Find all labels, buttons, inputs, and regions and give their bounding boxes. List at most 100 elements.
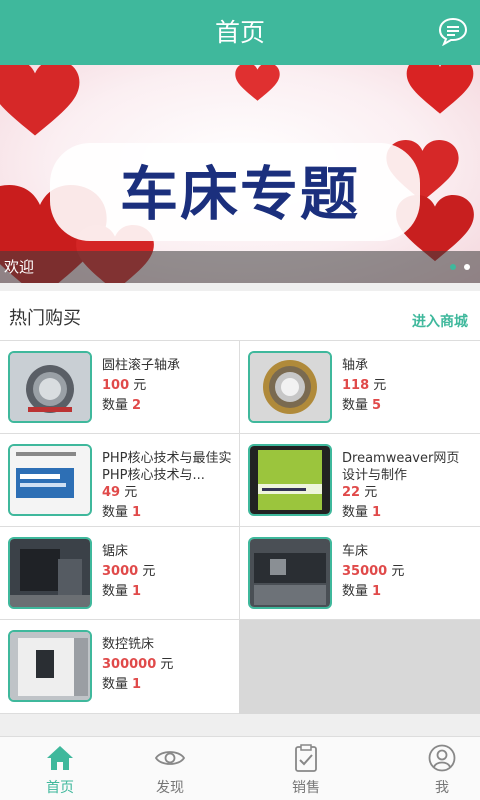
product-thumbnail xyxy=(8,351,92,423)
product-name: PHP核心技术与最佳实PHP核心技术与... xyxy=(102,451,232,483)
carousel-dot[interactable] xyxy=(464,264,470,270)
product-info: 轴承 118 元 数量 5 xyxy=(342,357,472,414)
qty-label: 数量 xyxy=(102,505,129,520)
price-value: 49 xyxy=(102,485,121,500)
product-qty: 数量 1 xyxy=(102,583,232,600)
qty-label: 数量 xyxy=(102,584,129,599)
tab-label: 我 xyxy=(435,780,449,796)
product-name: 圆柱滚子轴承 xyxy=(102,358,181,373)
qty-value: 1 xyxy=(132,584,142,599)
product-name: 车床 xyxy=(342,544,369,559)
currency-label: 元 xyxy=(373,378,387,393)
tab-label: 发现 xyxy=(156,780,184,796)
product-price: 300000 元 xyxy=(102,656,232,673)
qty-value: 1 xyxy=(132,677,142,692)
hot-section-header: 热门购买 进入商城 xyxy=(0,291,480,341)
banner-caption: 欢迎 xyxy=(0,251,480,283)
price-value: 100 xyxy=(102,378,130,393)
product-qty: 数量 2 xyxy=(102,397,232,414)
price-value: 3000 xyxy=(102,564,139,579)
tab-label: 销售 xyxy=(292,780,320,796)
qty-value: 1 xyxy=(372,584,382,599)
product-qty: 数量 5 xyxy=(342,397,472,414)
product-info: PHP核心技术与最佳实PHP核心技术与... 49 元 数量 1 xyxy=(102,450,232,521)
product-qty: 数量 1 xyxy=(102,676,232,693)
section-title: 热门购买 xyxy=(9,308,81,329)
tab-discover[interactable]: 发现 xyxy=(110,737,230,800)
product-price: 100 元 xyxy=(102,377,232,394)
top-bar: 首页 xyxy=(0,0,480,65)
product-name: Dreamweaver网页设计与制作 xyxy=(342,451,460,483)
qty-label: 数量 xyxy=(342,584,369,599)
tab-me[interactable]: 我 xyxy=(382,737,480,800)
qty-label: 数量 xyxy=(102,398,129,413)
product-info: 车床 35000 元 数量 1 xyxy=(342,543,472,600)
eye-icon xyxy=(155,751,185,765)
banner-carousel[interactable]: 车床专题 欢迎 xyxy=(0,65,480,283)
product-thumbnail xyxy=(248,444,332,516)
qty-label: 数量 xyxy=(342,398,369,413)
product-card[interactable]: Dreamweaver网页设计与制作 22 元 数量 1 xyxy=(239,434,480,527)
qty-value: 5 xyxy=(372,398,382,413)
empty-grid-cell xyxy=(239,620,480,714)
product-card[interactable]: 圆柱滚子轴承 100 元 数量 2 xyxy=(0,341,240,434)
banner-headline: 车床专题 xyxy=(119,160,360,228)
product-qty: 数量 1 xyxy=(102,504,232,521)
product-price: 49 元 xyxy=(102,484,232,501)
qty-label: 数量 xyxy=(342,505,369,520)
price-value: 300000 xyxy=(102,657,157,672)
bottom-tab-bar: 首页 发现 销售 我 xyxy=(0,736,480,800)
product-thumbnail xyxy=(8,537,92,609)
product-price: 22 元 xyxy=(342,484,472,501)
product-price: 3000 元 xyxy=(102,563,232,580)
price-value: 35000 xyxy=(342,564,388,579)
currency-label: 元 xyxy=(124,485,138,500)
tab-label: 首页 xyxy=(46,780,74,796)
qty-value: 2 xyxy=(132,398,142,413)
product-card[interactable]: 轴承 118 元 数量 5 xyxy=(239,341,480,434)
product-thumbnail xyxy=(248,537,332,609)
product-name: 轴承 xyxy=(342,358,369,373)
product-info: 锯床 3000 元 数量 1 xyxy=(102,543,232,600)
price-value: 118 xyxy=(342,378,370,393)
user-icon xyxy=(428,744,456,772)
currency-label: 元 xyxy=(364,485,378,500)
carousel-indicator xyxy=(450,264,470,270)
product-name: 锯床 xyxy=(102,544,129,559)
clipboard-icon xyxy=(295,744,317,772)
product-info: 数控铣床 300000 元 数量 1 xyxy=(102,636,232,693)
product-grid: 圆柱滚子轴承 100 元 数量 2 轴承 118 元 数量 5 PHP核心技术与最佳… xyxy=(0,341,480,714)
page-title: 首页 xyxy=(214,18,265,47)
product-thumbnail xyxy=(8,444,92,516)
currency-label: 元 xyxy=(142,564,156,579)
carousel-dot-active[interactable] xyxy=(450,264,456,270)
chat-bubble-icon[interactable] xyxy=(438,16,468,46)
qty-value: 1 xyxy=(372,505,382,520)
enter-mall-link[interactable]: 进入商城 xyxy=(412,311,468,331)
product-thumbnail xyxy=(8,630,92,702)
app-root: 首页 车床专题 欢迎 热门购买 进入商城 圆柱滚子轴承 100 元 数量 2 轴… xyxy=(0,0,480,800)
qty-value: 1 xyxy=(132,505,142,520)
home-icon xyxy=(47,746,73,770)
product-card[interactable]: 数控铣床 300000 元 数量 1 xyxy=(0,620,240,714)
product-name: 数控铣床 xyxy=(102,637,155,652)
product-card[interactable]: 锯床 3000 元 数量 1 xyxy=(0,527,240,620)
heart-decoration xyxy=(235,65,280,101)
product-thumbnail xyxy=(248,351,332,423)
product-info: 圆柱滚子轴承 100 元 数量 2 xyxy=(102,357,232,414)
product-qty: 数量 1 xyxy=(342,583,472,600)
product-price: 118 元 xyxy=(342,377,472,394)
currency-label: 元 xyxy=(133,378,147,393)
tab-sales[interactable]: 销售 xyxy=(246,737,366,800)
heart-decoration xyxy=(406,65,474,114)
tab-home[interactable]: 首页 xyxy=(0,737,120,800)
price-value: 22 xyxy=(342,485,361,500)
product-card[interactable]: PHP核心技术与最佳实PHP核心技术与... 49 元 数量 1 xyxy=(0,434,240,527)
product-info: Dreamweaver网页设计与制作 22 元 数量 1 xyxy=(342,450,472,521)
product-price: 35000 元 xyxy=(342,563,472,580)
product-qty: 数量 1 xyxy=(342,504,472,521)
product-card[interactable]: 车床 35000 元 数量 1 xyxy=(239,527,480,620)
qty-label: 数量 xyxy=(102,677,129,692)
heart-decoration xyxy=(0,65,80,136)
currency-label: 元 xyxy=(391,564,405,579)
